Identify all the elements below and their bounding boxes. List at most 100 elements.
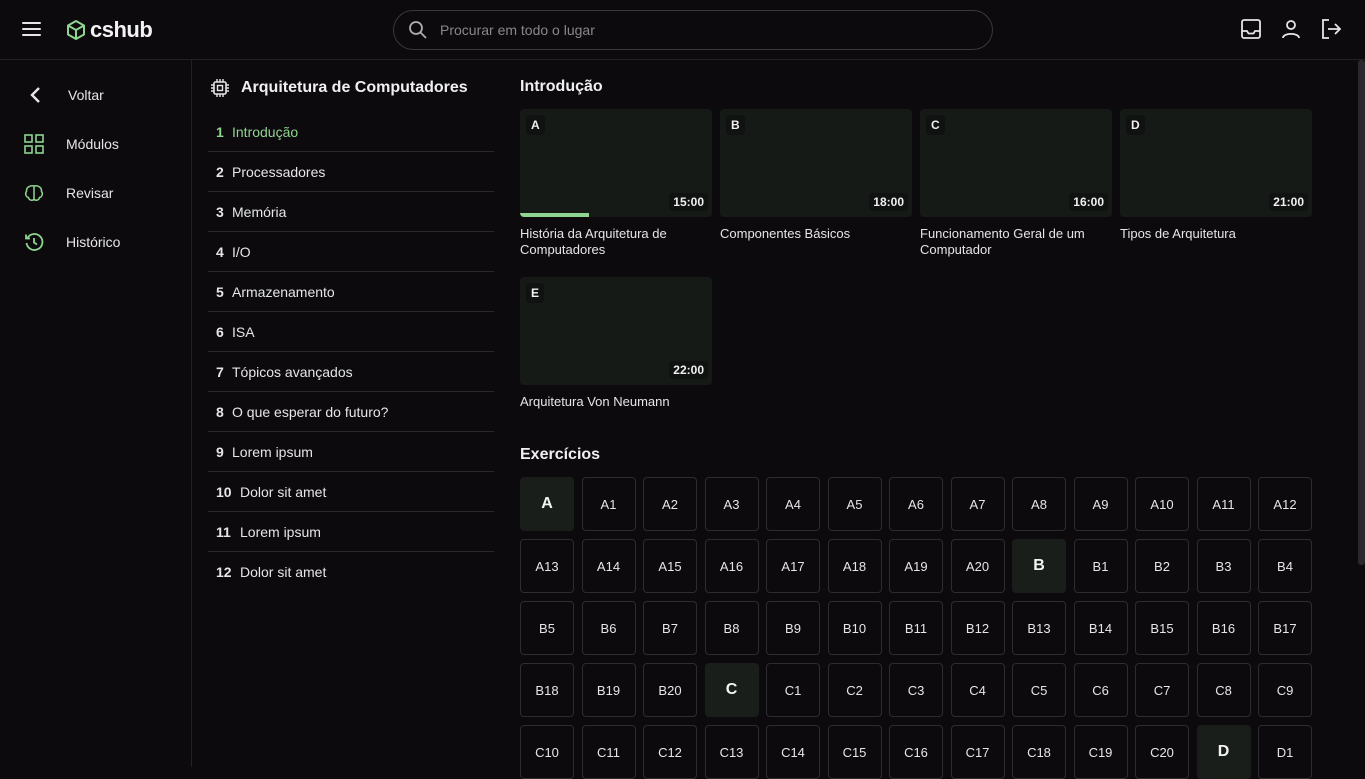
video-thumbnail[interactable]: B 18:00 (720, 109, 912, 217)
exercise-tile[interactable]: C7 (1135, 663, 1189, 717)
exercise-tile[interactable]: C16 (889, 725, 943, 779)
logout-icon[interactable] (1319, 17, 1343, 41)
exercise-tile[interactable]: A13 (520, 539, 574, 593)
exercise-tile[interactable]: C14 (766, 725, 820, 779)
video-thumbnail[interactable]: E 22:00 (520, 277, 712, 385)
exercise-tile[interactable]: B12 (950, 601, 1005, 655)
exercise-tile[interactable]: A3 (704, 477, 759, 531)
exercise-tile[interactable]: A20 (950, 539, 1005, 593)
exercise-tile[interactable]: A7 (950, 477, 1005, 531)
exercise-tile[interactable]: B6 (581, 601, 636, 655)
exercise-tile[interactable]: C3 (889, 663, 943, 717)
exercise-tile[interactable]: C5 (1012, 663, 1066, 717)
exercise-tile[interactable]: C20 (1135, 725, 1189, 779)
module-item[interactable]: 1 Introdução (208, 112, 494, 152)
video-title[interactable]: Tipos de Arquitetura (1120, 226, 1312, 242)
exercise-tile[interactable]: A5 (827, 477, 882, 531)
exercise-group-tile[interactable]: B (1012, 539, 1066, 593)
exercise-tile[interactable]: C18 (1012, 725, 1066, 779)
exercise-tile[interactable]: C4 (950, 663, 1005, 717)
exercise-tile[interactable]: A16 (704, 539, 759, 593)
exercise-tile[interactable]: A15 (643, 539, 697, 593)
exercise-tile[interactable]: B9 (766, 601, 820, 655)
video-thumbnail[interactable]: C 16:00 (920, 109, 1112, 217)
exercise-tile[interactable]: C10 (520, 725, 574, 779)
exercise-tile[interactable]: C2 (827, 663, 882, 717)
exercise-tile[interactable]: A2 (643, 477, 697, 531)
sidebar-item-history[interactable]: Histórico (0, 222, 191, 262)
video-card[interactable]: B 18:00 Componentes Básicos (720, 109, 912, 242)
video-card[interactable]: E 22:00 Arquitetura Von Neumann (520, 277, 712, 410)
module-item[interactable]: 4 I/O (208, 232, 494, 272)
inbox-icon[interactable] (1239, 17, 1263, 41)
exercise-tile[interactable]: B15 (1135, 601, 1189, 655)
module-item[interactable]: 12 Dolor sit amet (208, 552, 494, 592)
exercise-tile[interactable]: C6 (1073, 663, 1128, 717)
module-item[interactable]: 8 O que esperar do futuro? (208, 392, 494, 432)
video-title[interactable]: Arquitetura Von Neumann (520, 394, 712, 410)
exercise-tile[interactable]: A1 (581, 477, 636, 531)
module-item[interactable]: 5 Armazenamento (208, 272, 494, 312)
exercise-tile[interactable]: B16 (1196, 601, 1251, 655)
search-input[interactable] (440, 22, 960, 38)
exercise-tile[interactable]: C17 (950, 725, 1005, 779)
exercise-tile[interactable]: A14 (581, 539, 636, 593)
module-item[interactable]: 9 Lorem ipsum (208, 432, 494, 472)
exercise-tile[interactable]: B5 (520, 601, 574, 655)
exercise-tile[interactable]: A10 (1135, 477, 1189, 531)
sidebar-item-modules[interactable]: Módulos (0, 124, 191, 164)
exercise-group-tile[interactable]: A (520, 477, 574, 531)
module-item[interactable]: 6 ISA (208, 312, 494, 352)
exercise-tile[interactable]: B14 (1073, 601, 1128, 655)
video-card[interactable]: C 16:00 Funcionamento Geral de um Computad… (920, 109, 1112, 258)
exercise-tile[interactable]: C1 (766, 663, 820, 717)
exercise-group-tile[interactable]: D (1196, 725, 1251, 779)
exercise-tile[interactable]: B17 (1258, 601, 1312, 655)
exercise-tile[interactable]: B1 (1073, 539, 1128, 593)
exercise-tile[interactable]: C9 (1258, 663, 1312, 717)
exercise-tile[interactable]: C8 (1196, 663, 1251, 717)
scrollbar[interactable] (1358, 60, 1365, 565)
exercise-tile[interactable]: C15 (827, 725, 882, 779)
exercise-tile[interactable]: A8 (1012, 477, 1066, 531)
exercise-tile[interactable]: A12 (1258, 477, 1312, 531)
exercise-tile[interactable]: C11 (581, 725, 636, 779)
exercise-tile[interactable]: D1 (1258, 725, 1312, 779)
video-title[interactable]: Componentes Básicos (720, 226, 912, 242)
logo[interactable]: cshub (66, 16, 153, 44)
exercise-tile[interactable]: B18 (520, 663, 574, 717)
exercise-tile[interactable]: A11 (1196, 477, 1251, 531)
exercise-tile[interactable]: A17 (766, 539, 820, 593)
video-title[interactable]: Funcionamento Geral de um Computador (920, 226, 1112, 258)
sidebar-item-review[interactable]: Revisar (0, 173, 191, 213)
menu-icon[interactable] (20, 18, 44, 42)
exercise-tile[interactable]: A9 (1073, 477, 1128, 531)
exercise-group-tile[interactable]: C (704, 663, 759, 717)
exercise-tile[interactable]: B20 (643, 663, 697, 717)
video-thumbnail[interactable]: A 15:00 (520, 109, 712, 217)
video-card[interactable]: A 15:00 História da Arquitetura de Computa… (520, 109, 712, 258)
sidebar-item-back[interactable]: Voltar (0, 75, 191, 115)
exercise-tile[interactable]: C13 (704, 725, 759, 779)
search-bar[interactable] (393, 10, 993, 50)
module-item[interactable]: 10 Dolor sit amet (208, 472, 494, 512)
exercise-tile[interactable]: C12 (643, 725, 697, 779)
user-icon[interactable] (1279, 17, 1303, 41)
exercise-tile[interactable]: C19 (1073, 725, 1128, 779)
exercise-tile[interactable]: B2 (1135, 539, 1189, 593)
exercise-tile[interactable]: A18 (827, 539, 882, 593)
video-card[interactable]: D 21:00 Tipos de Arquitetura (1120, 109, 1312, 242)
exercise-tile[interactable]: A4 (766, 477, 820, 531)
exercise-tile[interactable]: B13 (1012, 601, 1066, 655)
video-title[interactable]: História da Arquitetura de Computadores (520, 226, 712, 258)
module-item[interactable]: 3 Memória (208, 192, 494, 232)
exercise-tile[interactable]: B19 (581, 663, 636, 717)
module-item[interactable]: 2 Processadores (208, 152, 494, 192)
exercise-tile[interactable]: B11 (889, 601, 943, 655)
exercise-tile[interactable]: B8 (704, 601, 759, 655)
exercise-tile[interactable]: B4 (1258, 539, 1312, 593)
exercise-tile[interactable]: B10 (827, 601, 882, 655)
video-thumbnail[interactable]: D 21:00 (1120, 109, 1312, 217)
exercise-tile[interactable]: A19 (889, 539, 943, 593)
exercise-tile[interactable]: A6 (889, 477, 943, 531)
